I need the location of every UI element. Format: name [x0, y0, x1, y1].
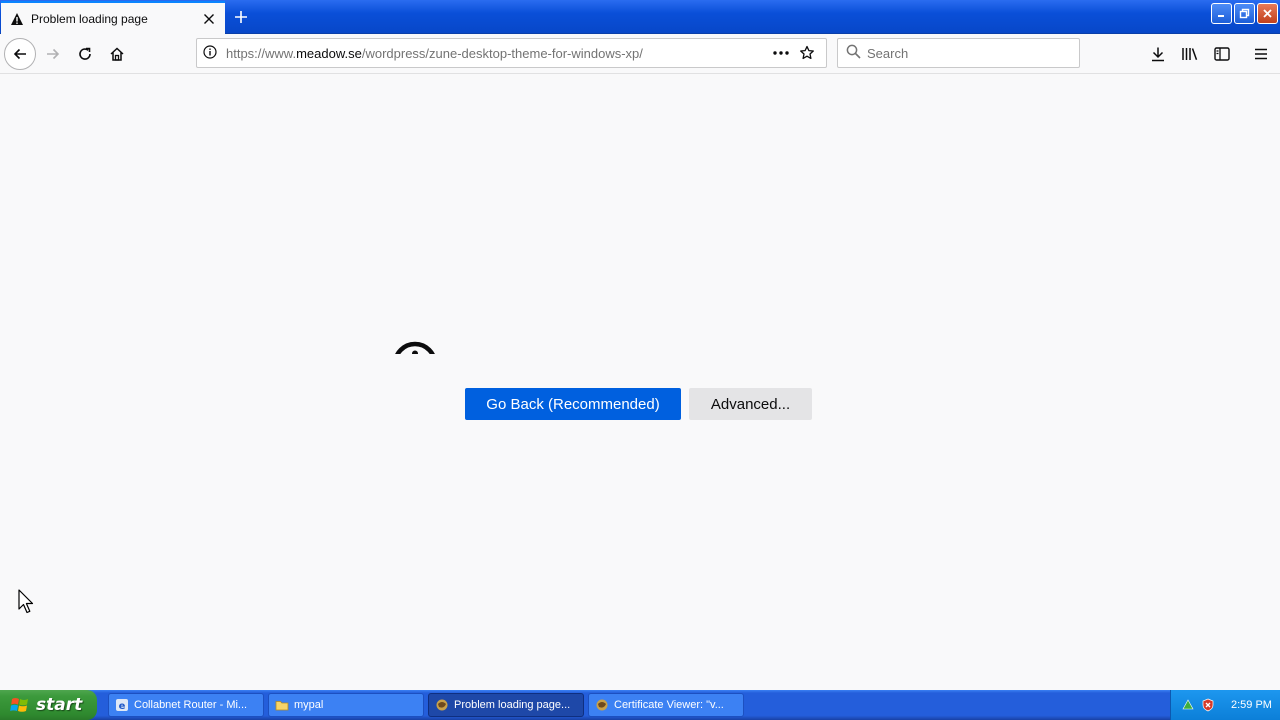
minimize-button[interactable] [1211, 3, 1232, 24]
library-button[interactable] [1174, 38, 1206, 70]
bookmark-star-button[interactable] [794, 40, 820, 66]
tab-title: Problem loading page [31, 11, 148, 26]
sidebar-icon [1214, 47, 1230, 61]
ie-icon: e [116, 699, 128, 712]
taskbar-item[interactable]: mypal [268, 693, 424, 717]
windows-taskbar: start e Collabnet Router - Mi... mypal P… [0, 690, 1280, 720]
restore-button[interactable] [1234, 3, 1255, 24]
url-text[interactable]: https://www.meadow.se/wordpress/zune-des… [226, 46, 768, 61]
tab-problem-loading[interactable]: Problem loading page [1, 1, 225, 34]
info-icon[interactable] [203, 44, 217, 62]
plus-icon [235, 11, 247, 23]
system-tray: 2:59 PM [1170, 690, 1280, 720]
start-label: start [36, 695, 83, 715]
search-bar[interactable] [837, 38, 1080, 68]
url-domain: meadow.se [296, 45, 362, 61]
back-arrow-icon [13, 48, 26, 60]
taskbar-item[interactable]: Problem loading page... [428, 693, 584, 717]
taskbar-item-label: Certificate Viewer: "v... [614, 699, 724, 711]
forward-arrow-icon [47, 48, 60, 60]
menu-button[interactable] [1245, 38, 1277, 70]
forward-button[interactable] [37, 38, 69, 70]
url-prefix: https://www. [226, 45, 297, 61]
new-tab-button[interactable] [229, 5, 253, 29]
advanced-button[interactable]: Advanced... [689, 388, 812, 420]
search-input[interactable] [867, 45, 1067, 61]
home-button[interactable] [101, 38, 133, 70]
downloads-button[interactable] [1142, 38, 1174, 70]
error-page: Go Back (Recommended) Advanced... [0, 75, 1280, 690]
start-button[interactable]: start [0, 690, 97, 720]
download-icon [1152, 47, 1164, 62]
go-back-button[interactable]: Go Back (Recommended) [465, 388, 681, 420]
back-button[interactable] [4, 38, 36, 70]
taskbar-item-label: Problem loading page... [454, 699, 571, 711]
url-bar[interactable]: https://www.meadow.se/wordpress/zune-des… [196, 38, 827, 68]
clock[interactable]: 2:59 PM [1231, 699, 1272, 711]
mypal-icon [596, 699, 608, 711]
close-icon [1263, 9, 1272, 18]
mouse-pointer-icon [18, 589, 36, 615]
hamburger-menu-icon [1255, 48, 1267, 60]
mypal-icon [436, 699, 448, 711]
star-icon [800, 45, 814, 60]
page-actions-button[interactable] [768, 40, 794, 66]
reload-icon [79, 47, 91, 60]
home-icon [110, 47, 124, 61]
taskbar-item[interactable]: e Collabnet Router - Mi... [108, 693, 264, 717]
folder-icon [275, 701, 289, 711]
search-icon [846, 44, 861, 62]
warning-icon [9, 11, 25, 27]
network-icon[interactable] [1181, 698, 1195, 712]
error-info-icon [391, 340, 439, 354]
restore-icon [1239, 8, 1250, 19]
security-shield-icon[interactable] [1201, 698, 1215, 712]
navigation-toolbar: https://www.meadow.se/wordpress/zune-des… [0, 34, 1280, 74]
minimize-icon [1218, 15, 1224, 17]
tab-strip: Problem loading page [0, 0, 1280, 34]
library-icon [1182, 48, 1198, 61]
close-window-button[interactable] [1257, 3, 1278, 24]
taskbar-item-label: mypal [294, 699, 324, 711]
sidebar-button[interactable] [1206, 38, 1238, 70]
svg-text:e: e [119, 701, 126, 712]
taskbar-item[interactable]: Certificate Viewer: "v... [588, 693, 744, 717]
tab-close-icon[interactable] [201, 11, 217, 27]
taskbar-item-label: Collabnet Router - Mi... [134, 699, 248, 711]
reload-button[interactable] [69, 38, 101, 70]
url-path: /wordpress/zune-desktop-theme-for-window… [361, 45, 643, 61]
windows-logo-icon [10, 698, 28, 712]
more-dots-icon [773, 51, 789, 55]
